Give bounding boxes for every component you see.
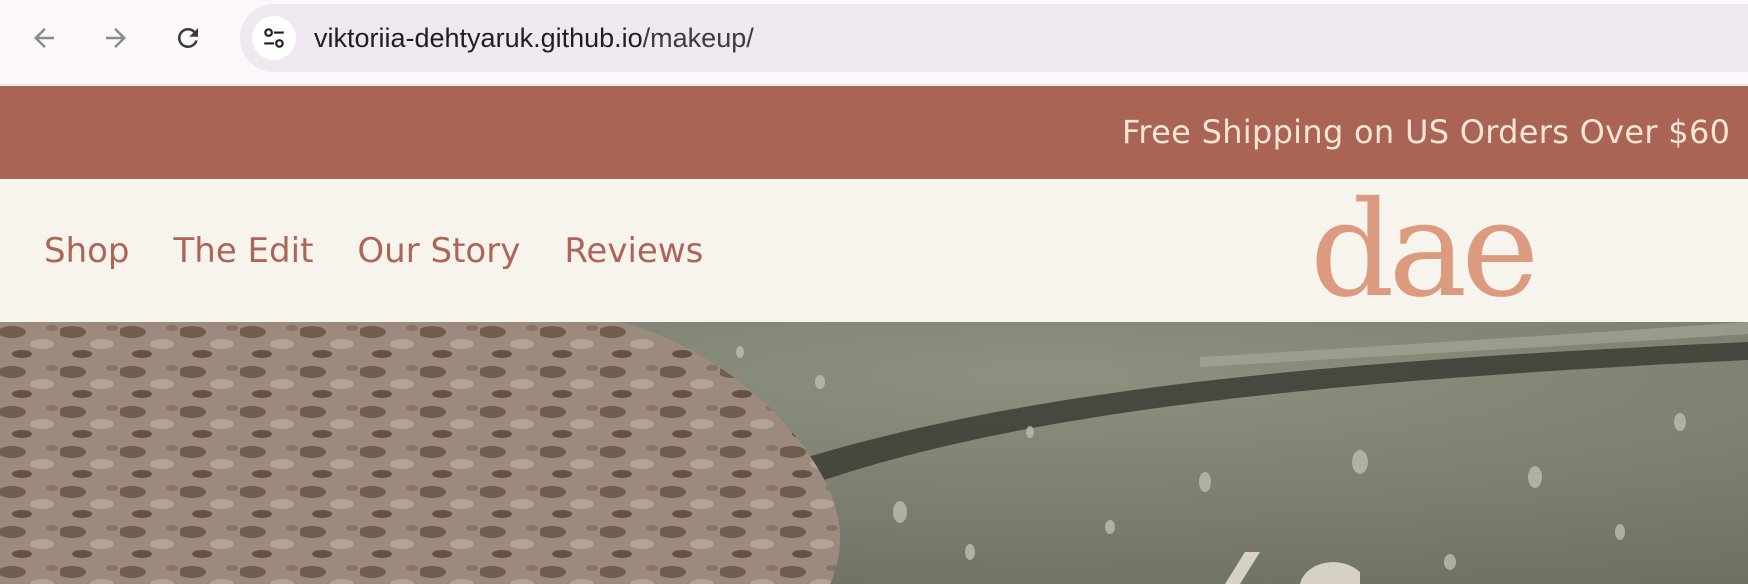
brand-logo[interactable]: dae [1310,187,1570,307]
nav-link-shop[interactable]: Shop [44,229,130,273]
reload-icon [178,28,198,48]
nav-link-reviews[interactable]: Reviews [564,229,703,273]
forward-button[interactable] [92,14,140,62]
url-path: /makeup/ [642,23,754,53]
logo-text: dae [1310,187,1533,307]
tune-icon [264,28,284,48]
back-button[interactable] [20,14,68,62]
address-bar[interactable]: viktoriia-dehtyaruk.github.io/makeup/ [240,4,1748,72]
hero-product-photo [0,322,1748,584]
arrow-right-icon [106,28,126,48]
main-nav: Shop The Edit Our Story Reviews [44,229,747,273]
announcement-text: Free Shipping on US Orders Over $60 [1122,113,1731,151]
arrow-left-icon [34,28,54,48]
nav-link-the-edit[interactable]: The Edit [174,229,314,273]
browser-toolbar: viktoriia-dehtyaruk.github.io/makeup/ [0,0,1748,85]
reload-button[interactable] [164,14,212,62]
url-host: viktoriia-dehtyaruk.github.io [314,23,643,53]
nav-link-our-story[interactable]: Our Story [357,229,520,273]
url-text[interactable]: viktoriia-dehtyaruk.github.io/makeup/ [314,22,754,54]
site-header: Shop The Edit Our Story Reviews dae [0,179,1748,322]
site-info-button[interactable] [252,16,296,60]
announcement-bar: Free Shipping on US Orders Over $60 [0,86,1748,179]
hero-image [0,322,1748,584]
